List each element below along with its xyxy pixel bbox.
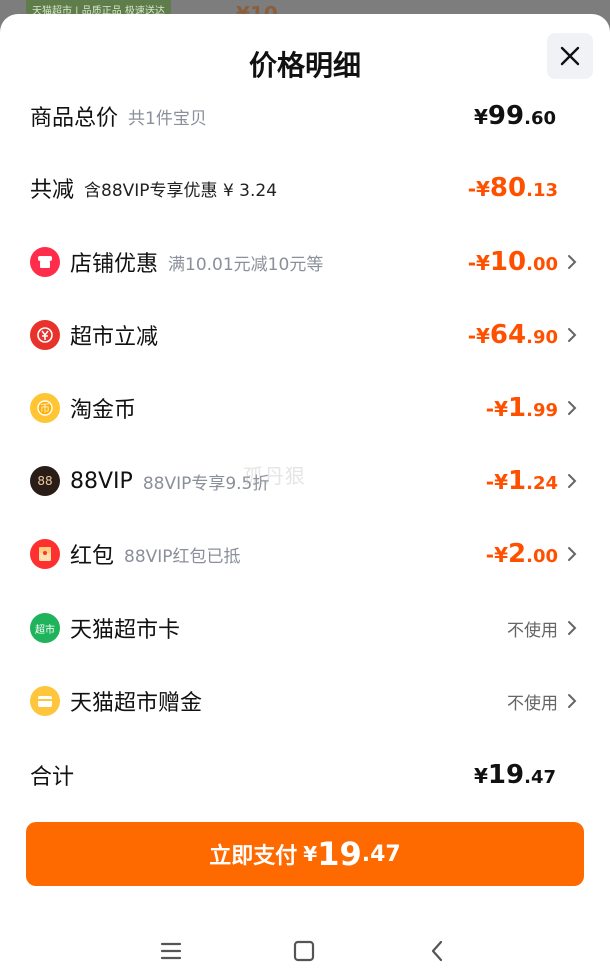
row-market-discount[interactable]: 超市立减 - ¥64.90 xyxy=(30,315,580,355)
price-detail-sheet: 价格明细 商品总价 共1件宝贝 ¥99.60 共减 含88VIP专享优惠 ¥ 3… xyxy=(0,14,610,980)
row-sub: 88VIP红包已抵 xyxy=(124,546,241,567)
pay-now-button[interactable]: 立即支付 ¥ 19 .47 xyxy=(26,822,584,886)
chevron-right-icon xyxy=(568,621,577,635)
row-label: 合计 xyxy=(30,765,75,790)
back-button[interactable] xyxy=(422,936,452,966)
chevron-right-icon xyxy=(568,328,577,342)
reduction-amount: - ¥80.13 xyxy=(467,173,558,203)
row-label: 店铺优惠 xyxy=(70,252,159,277)
bonus-status: 不使用 xyxy=(507,693,558,714)
market-discount-amount: - ¥64.90 xyxy=(467,320,558,350)
sum-total-amount: ¥19.47 xyxy=(474,760,556,790)
row-label: 红包 xyxy=(70,544,115,569)
row-goods-total: 商品总价 共1件宝贝 ¥99.60 xyxy=(30,96,580,136)
row-label: 共减 xyxy=(30,178,75,203)
home-icon xyxy=(293,940,315,962)
row-label: 商品总价 xyxy=(30,106,119,131)
row-tmall-market-card[interactable]: 超市 天猫超市卡 不使用 xyxy=(30,608,580,648)
redpack-icon xyxy=(30,539,60,569)
back-icon xyxy=(431,940,443,962)
menu-icon xyxy=(160,942,182,960)
sheet-title: 价格明细 xyxy=(248,49,361,82)
chevron-right-icon xyxy=(568,255,577,269)
shop-icon xyxy=(30,247,60,277)
chevron-right-icon xyxy=(568,474,577,488)
row-label: 超市立减 xyxy=(70,325,159,350)
coin-amount: - ¥1.99 xyxy=(485,393,558,423)
row-label: 88VIP xyxy=(70,468,133,494)
red-packet-amount: - ¥2.00 xyxy=(485,539,558,569)
coin-icon: 币 xyxy=(30,393,60,423)
row-sub: 共1件宝贝 xyxy=(128,108,207,129)
svg-text:币: 币 xyxy=(40,403,50,415)
card-status: 不使用 xyxy=(507,620,558,641)
chevron-right-icon xyxy=(568,694,577,708)
row-label: 天猫超市卡 xyxy=(70,618,181,643)
chevron-right-icon xyxy=(568,401,577,415)
menu-button[interactable] xyxy=(156,936,186,966)
vip-icon: 88 xyxy=(30,466,60,496)
close-icon xyxy=(560,46,580,66)
row-sum-total: 合计 ¥19.47 xyxy=(30,755,580,795)
watermark: 孤丹狠 xyxy=(243,464,306,488)
row-sub: 满10.01元减10元等 xyxy=(168,254,324,275)
close-button[interactable] xyxy=(547,33,593,79)
row-sub: 含88VIP专享优惠 ¥ 3.24 xyxy=(84,180,278,201)
chevron-right-icon xyxy=(568,547,577,561)
row-red-packet[interactable]: 红包 88VIP红包已抵 - ¥2.00 xyxy=(30,534,580,574)
row-label: 天猫超市赠金 xyxy=(70,691,203,716)
home-button[interactable] xyxy=(289,936,319,966)
system-navigation-bar xyxy=(0,922,610,980)
row-taojinbi[interactable]: 币 淘金币 - ¥1.99 xyxy=(30,388,580,428)
row-total-reduction: 共减 含88VIP专享优惠 ¥ 3.24 - ¥80.13 xyxy=(30,168,580,208)
gift-icon xyxy=(30,686,60,716)
row-shop-discount[interactable]: 店铺优惠 满10.01元减10元等 - ¥10.00 xyxy=(30,242,580,282)
vip-amount: - ¥1.24 xyxy=(485,466,558,496)
card-icon: 超市 xyxy=(30,613,60,643)
goods-total-amount: ¥99.60 xyxy=(474,101,556,131)
shop-discount-amount: - ¥10.00 xyxy=(467,247,558,277)
discount-icon xyxy=(30,320,60,350)
row-tmall-market-bonus[interactable]: 天猫超市赠金 不使用 xyxy=(30,681,580,721)
row-label: 淘金币 xyxy=(70,398,137,423)
